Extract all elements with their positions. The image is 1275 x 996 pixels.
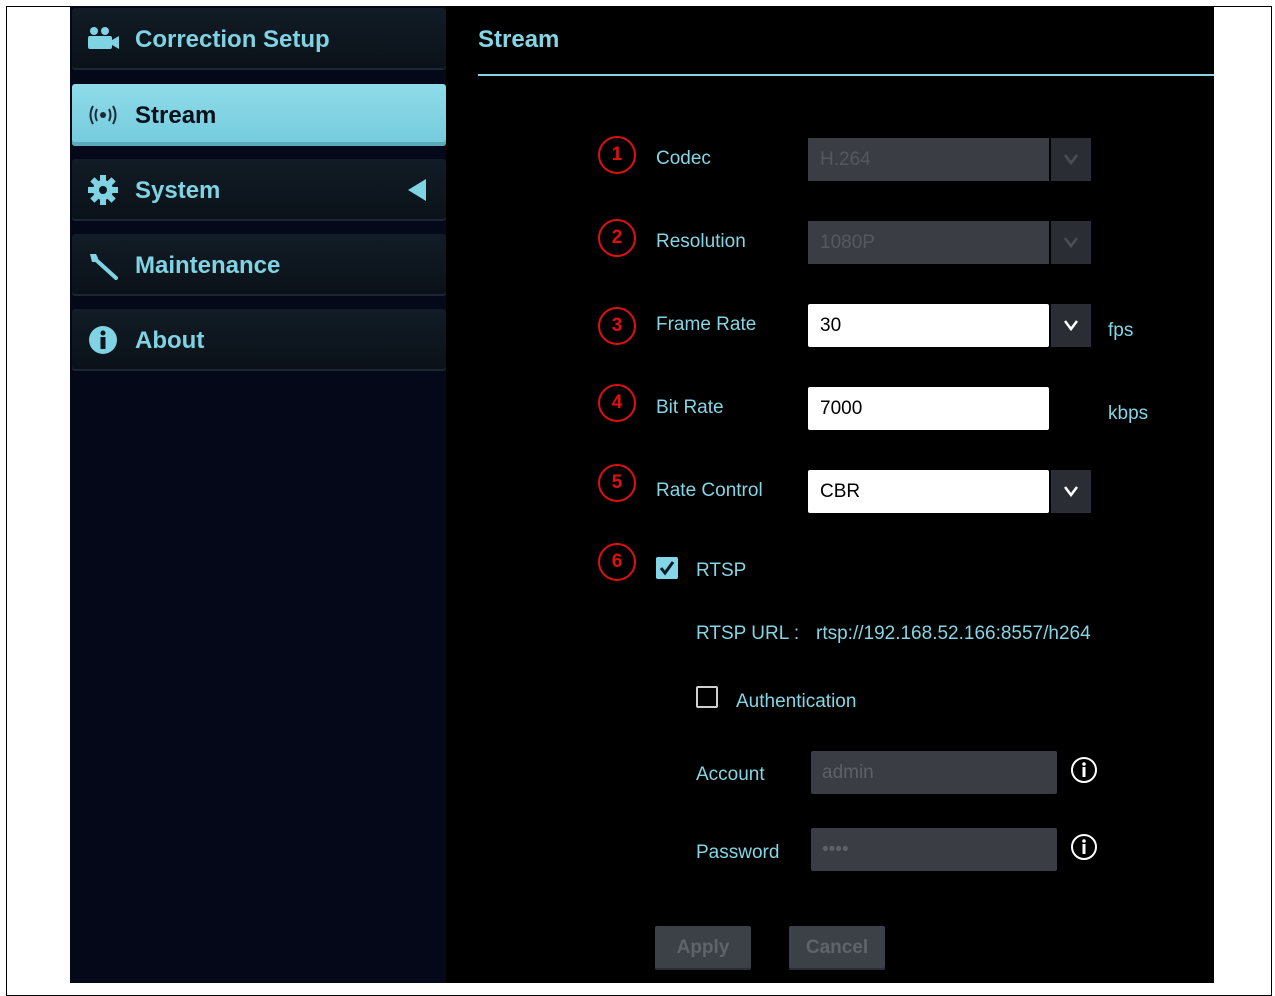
chevron-down-icon[interactable]: [1051, 138, 1091, 181]
gear-icon: [88, 175, 118, 205]
rate-control-value: CBR: [808, 470, 1049, 513]
sidebar-item-label: Stream: [135, 102, 217, 129]
sidebar-item-label: System: [135, 177, 221, 204]
bit-rate-unit: kbps: [1108, 403, 1149, 424]
frame-rate-value: 30: [808, 304, 1049, 347]
sidebar-item-label: Maintenance: [135, 252, 281, 279]
sidebar-item-label: Correction Setup: [135, 26, 330, 53]
info-circle-icon[interactable]: [1070, 833, 1098, 861]
sidebar-item-maintenance[interactable]: Maintenance: [72, 234, 446, 296]
sidebar: Correction Setup Stream System Maintenan…: [70, 6, 446, 983]
main-panel: Stream 1 Codec H.264 2 Resolution 1080P …: [446, 6, 1214, 983]
rtsp-label: RTSP: [696, 560, 747, 581]
apply-button[interactable]: Apply: [655, 926, 751, 970]
resolution-select[interactable]: 1080P: [808, 221, 1091, 264]
resolution-value: 1080P: [808, 221, 1049, 264]
rate-control-select[interactable]: CBR: [808, 470, 1091, 513]
authentication-label: Authentication: [736, 691, 857, 712]
step-marker: 3: [598, 307, 636, 345]
account-input[interactable]: admin: [811, 751, 1057, 794]
account-label: Account: [696, 764, 765, 785]
bit-rate-input[interactable]: 7000: [808, 387, 1049, 430]
broadcast-icon: [89, 105, 117, 125]
chevron-down-icon[interactable]: [1051, 470, 1091, 513]
cancel-button[interactable]: Cancel: [789, 926, 885, 970]
collapse-arrow-icon[interactable]: [408, 179, 426, 201]
frame-rate-select[interactable]: 30: [808, 304, 1091, 347]
step-marker: 2: [598, 219, 636, 257]
sidebar-item-about[interactable]: About: [72, 309, 446, 371]
chevron-down-icon[interactable]: [1051, 304, 1091, 347]
page-title: Stream: [478, 26, 560, 53]
wrench-icon: [90, 254, 118, 280]
app-window: Correction Setup Stream System Maintenan…: [70, 6, 1214, 983]
sidebar-item-stream[interactable]: Stream: [72, 84, 446, 146]
info-circle-icon[interactable]: [1070, 756, 1098, 784]
codec-select[interactable]: H.264: [808, 138, 1091, 181]
info-icon: [89, 326, 117, 354]
sidebar-item-label: About: [135, 327, 205, 354]
codec-label: Codec: [656, 148, 711, 169]
chevron-down-icon[interactable]: [1051, 221, 1091, 264]
rate-control-label: Rate Control: [656, 480, 763, 501]
password-label: Password: [696, 842, 780, 863]
title-divider: [478, 74, 1214, 76]
video-camera-icon: [88, 27, 119, 49]
sidebar-item-correction-setup[interactable]: Correction Setup: [72, 8, 446, 70]
codec-value: H.264: [808, 138, 1049, 181]
bit-rate-label: Bit Rate: [656, 397, 724, 418]
resolution-label: Resolution: [656, 231, 746, 252]
authentication-checkbox[interactable]: [696, 686, 718, 708]
rtsp-url-label: RTSP URL :: [696, 623, 800, 644]
frame-rate-unit: fps: [1108, 320, 1134, 341]
step-marker: 1: [598, 136, 636, 174]
sidebar-item-system[interactable]: System: [72, 159, 446, 221]
rtsp-checkbox[interactable]: [656, 557, 678, 579]
step-marker: 6: [598, 543, 636, 581]
rtsp-url-value: rtsp://192.168.52.166:8557/h264: [816, 623, 1091, 644]
step-marker: 5: [598, 464, 636, 502]
password-input[interactable]: ••••: [811, 828, 1057, 871]
step-marker: 4: [598, 384, 636, 422]
frame-rate-label: Frame Rate: [656, 314, 757, 335]
